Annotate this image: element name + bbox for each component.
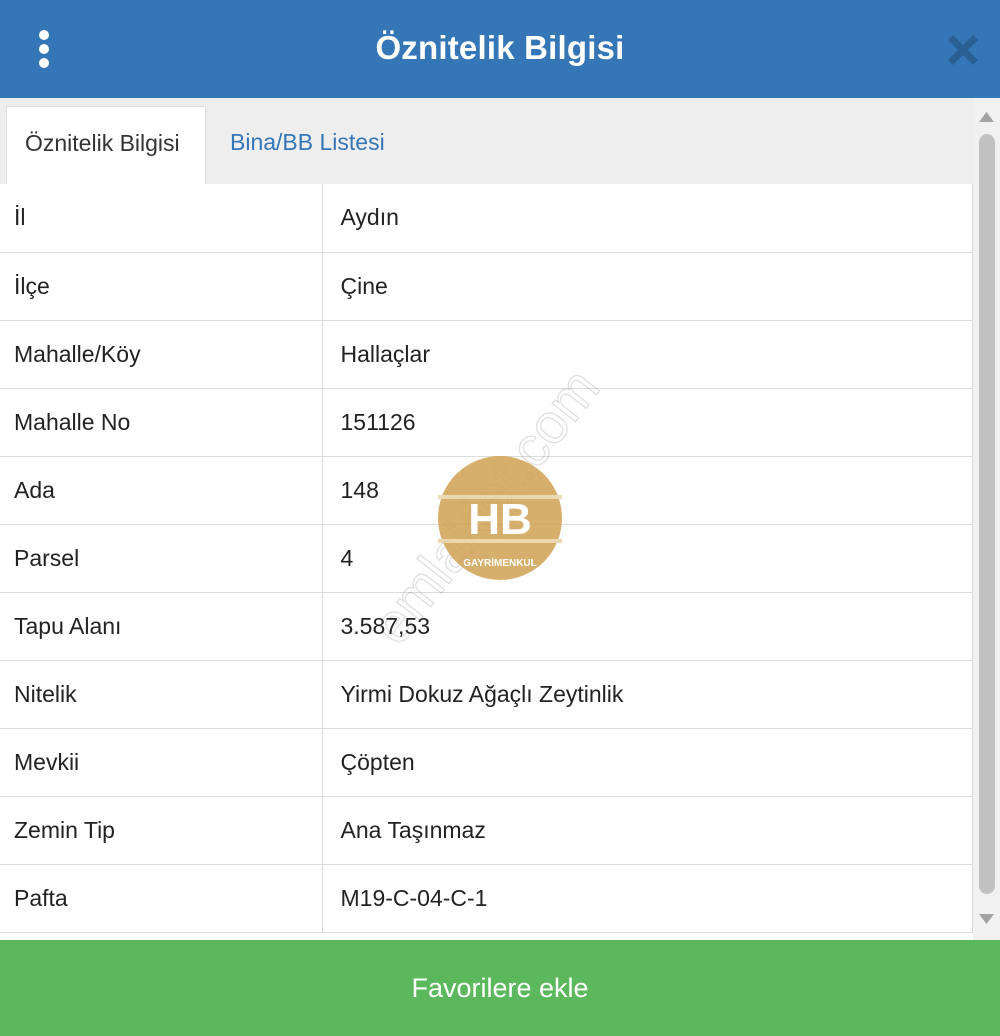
tab-bar: Öznitelik Bilgisi Bina/BB Listesi (0, 98, 973, 184)
attribute-key: İlçe (0, 252, 323, 321)
tab-oznitelik-bilgisi[interactable]: Öznitelik Bilgisi (6, 106, 206, 184)
tab-bina-bb-listesi[interactable]: Bina/BB Listesi (212, 106, 403, 184)
table-row: Nitelik Yirmi Dokuz Ağaçlı Zeytinlik (0, 660, 973, 729)
attribute-value: Yirmi Dokuz Ağaçlı Zeytinlik (322, 660, 973, 729)
attribute-table-container: İl Aydın İlçe Çine Mahalle/Köy Hallaçlar… (0, 184, 973, 940)
table-row: Mahalle No 151126 (0, 388, 973, 457)
attribute-key: Pafta (0, 864, 323, 933)
table-row: Ada 148 (0, 456, 973, 525)
table-row: Mahalle/Köy Hallaçlar (0, 320, 973, 389)
attribute-key: İl (0, 184, 323, 253)
attribute-key: Nitelik (0, 660, 323, 729)
scroll-up-arrow-icon[interactable] (978, 110, 995, 124)
attribute-value: Hallaçlar (322, 320, 973, 389)
attribute-value: M19-C-04-C-1 (322, 864, 973, 933)
table-row: İlçe Çine (0, 252, 973, 321)
scroll-down-arrow-icon[interactable] (978, 912, 995, 926)
table-row: Parsel 4 (0, 524, 973, 593)
attribute-key: Zemin Tip (0, 796, 323, 865)
attribute-key: Mahalle/Köy (0, 320, 323, 389)
attribute-key: Mahalle No (0, 388, 323, 457)
attribute-table: İl Aydın İlçe Çine Mahalle/Köy Hallaçlar… (0, 184, 973, 933)
attribute-value: 151126 (322, 388, 973, 457)
scrollbar-thumb[interactable] (979, 134, 995, 894)
dialog-title: Öznitelik Bilgisi (375, 29, 625, 66)
add-to-favorites-button[interactable]: Favorilere ekle (0, 940, 1000, 1036)
table-row: Mevkii Çöpten (0, 728, 973, 797)
attribute-value: Çöpten (322, 728, 973, 797)
table-row: Zemin Tip Ana Taşınmaz (0, 796, 973, 865)
attribute-value: 4 (322, 524, 973, 593)
close-icon[interactable] (945, 32, 981, 68)
vertical-scrollbar[interactable] (973, 98, 1000, 940)
attribute-value: Çine (322, 252, 973, 321)
attribute-value: 148 (322, 456, 973, 525)
table-row: İl Aydın (0, 184, 973, 253)
table-row: Tapu Alanı 3.587,53 (0, 592, 973, 661)
attribute-value: Ana Taşınmaz (322, 796, 973, 865)
table-row: Pafta M19-C-04-C-1 (0, 864, 973, 933)
attribute-key: Parsel (0, 524, 323, 593)
attribute-key: Tapu Alanı (0, 592, 323, 661)
attribute-value: 3.587,53 (322, 592, 973, 661)
attribute-key: Mevkii (0, 728, 323, 797)
attribute-key: Ada (0, 456, 323, 525)
dialog-header: Öznitelik Bilgisi (0, 0, 1000, 98)
attribute-value: Aydın (322, 184, 973, 253)
